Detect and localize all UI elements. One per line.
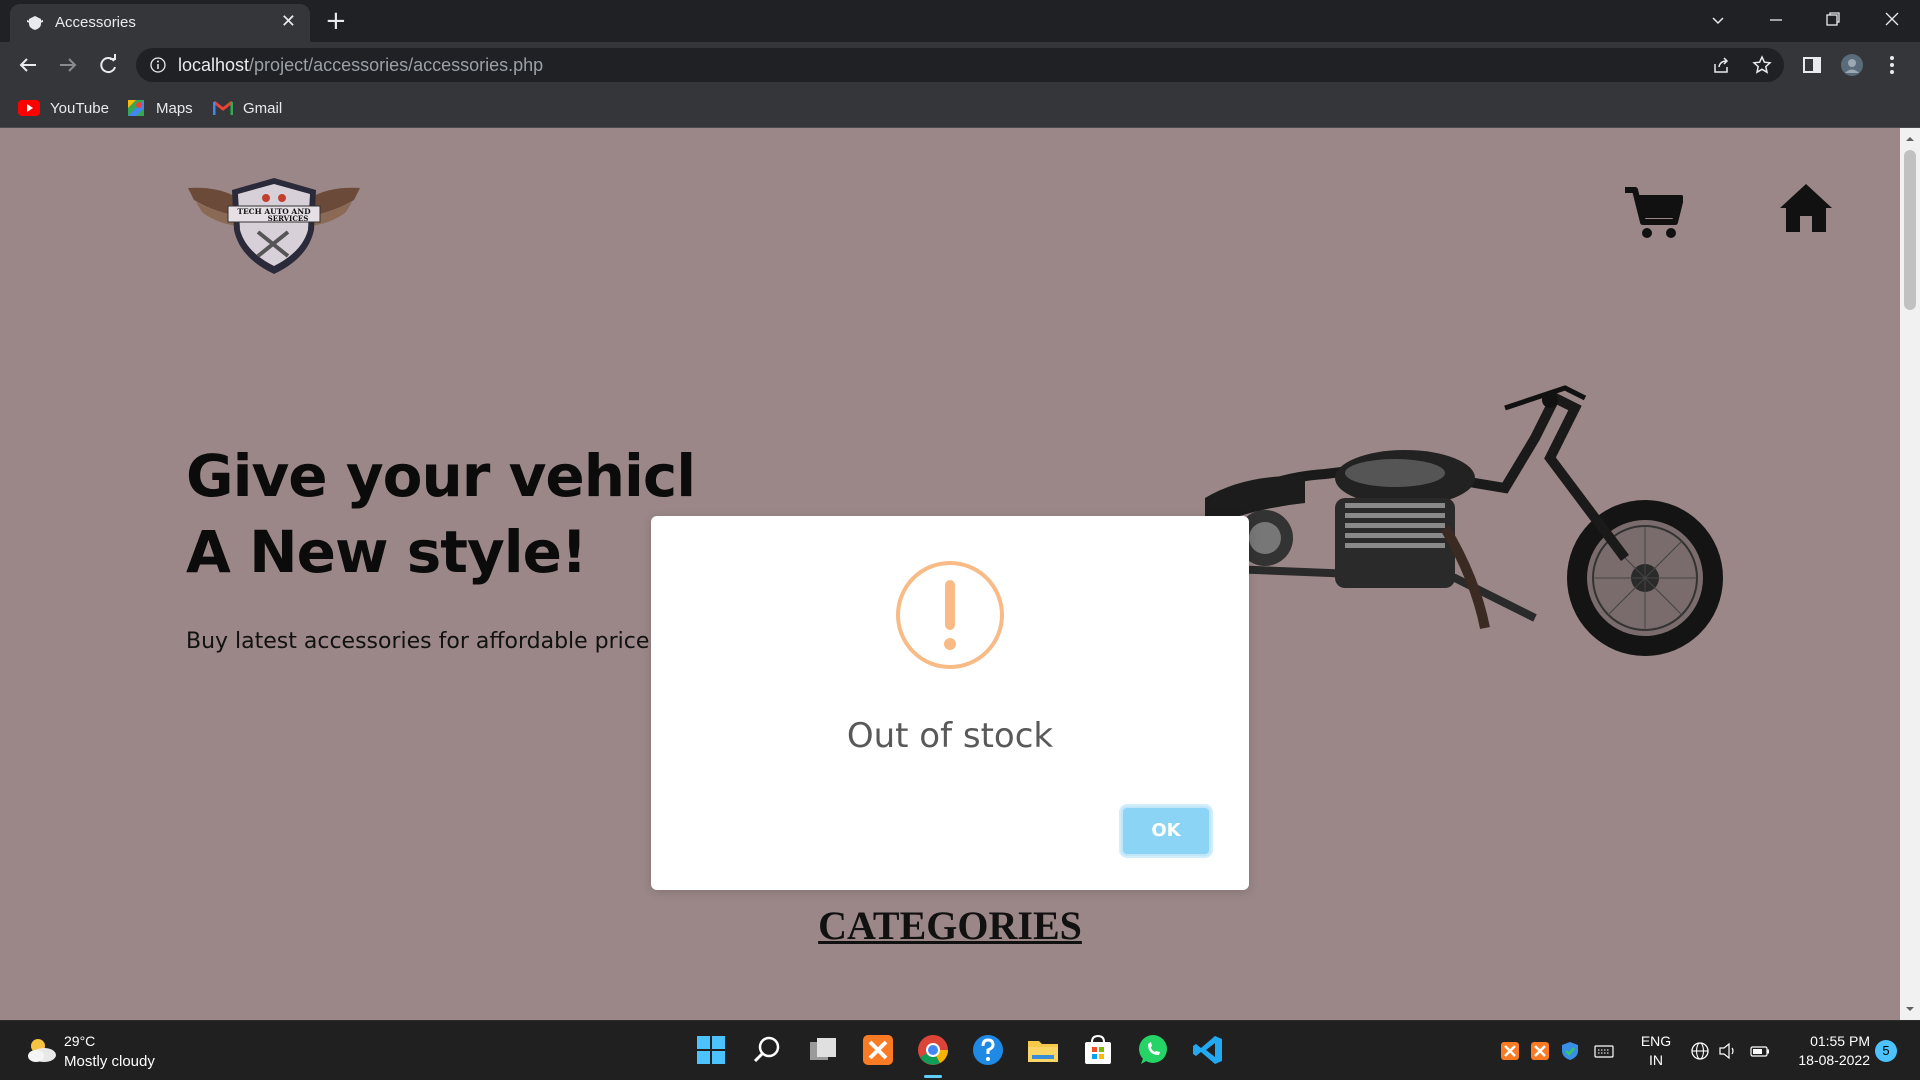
volume-icon[interactable] xyxy=(1718,1041,1738,1061)
clock[interactable]: 01:55 PM 18-08-2022 xyxy=(1780,1033,1870,1068)
windows-taskbar: 29°C Mostly cloudy ENG IN 01:55 PM 18-08… xyxy=(0,1020,1920,1080)
chrome-icon[interactable] xyxy=(916,1033,950,1067)
language-indicator[interactable]: ENG IN xyxy=(1636,1033,1676,1068)
whatsapp-icon[interactable] xyxy=(1136,1033,1170,1067)
bookmarks-bar: YouTube Maps Gmail xyxy=(0,88,1920,128)
tab-accessories[interactable]: Accessories ✕ xyxy=(10,4,310,42)
tab-close-icon[interactable]: ✕ xyxy=(281,13,296,31)
restore-icon[interactable] xyxy=(1825,11,1841,27)
site-favicon-icon xyxy=(27,16,43,30)
minimize-icon[interactable] xyxy=(1768,12,1784,28)
notification-count-badge[interactable]: 5 xyxy=(1875,1040,1897,1062)
weather-description[interactable]: Mostly cloudy xyxy=(64,1053,155,1070)
scroll-up-arrow-icon[interactable] xyxy=(1905,134,1915,144)
ok-button[interactable]: OK xyxy=(1121,806,1211,856)
region-code: IN xyxy=(1649,1052,1663,1068)
weather-temperature[interactable]: 29°C xyxy=(64,1033,95,1049)
network-globe-icon[interactable] xyxy=(1690,1041,1710,1061)
weather-cloud-icon[interactable] xyxy=(24,1035,58,1065)
warning-icon xyxy=(896,561,1004,669)
scroll-down-arrow-icon[interactable] xyxy=(1905,1004,1915,1014)
keyboard-icon[interactable] xyxy=(1594,1041,1614,1061)
clock-time: 01:55 PM xyxy=(1810,1033,1870,1049)
help-icon[interactable] xyxy=(971,1033,1005,1067)
out-of-stock-dialog: Out of stock OK xyxy=(651,516,1249,890)
back-arrow-icon[interactable] xyxy=(14,51,42,79)
maps-icon xyxy=(128,100,144,116)
task-view-icon[interactable] xyxy=(806,1033,840,1067)
forward-arrow-icon[interactable] xyxy=(54,51,82,79)
xampp-icon[interactable] xyxy=(861,1033,895,1067)
vscode-icon[interactable] xyxy=(1191,1033,1225,1067)
bookmark-youtube[interactable]: YouTube xyxy=(18,96,109,120)
xampp-tray-icon-2[interactable] xyxy=(1530,1041,1550,1061)
clock-date: 18-08-2022 xyxy=(1798,1052,1870,1068)
chrome-active-indicator xyxy=(924,1075,942,1078)
tab-search-chevron-icon[interactable] xyxy=(1710,12,1726,28)
close-window-icon[interactable] xyxy=(1884,11,1900,27)
new-tab-button[interactable]: + xyxy=(325,8,347,34)
bookmark-star-icon[interactable] xyxy=(1752,55,1772,75)
page-viewport: TECH AUTO AND SERVICES Give your vehicl … xyxy=(0,128,1900,1020)
security-shield-icon[interactable] xyxy=(1560,1041,1580,1061)
search-icon[interactable] xyxy=(750,1033,784,1067)
browser-toolbar: localhost/project/accessories/accessorie… xyxy=(0,42,1920,88)
bookmark-label: YouTube xyxy=(50,99,109,117)
battery-icon[interactable] xyxy=(1750,1041,1770,1061)
bookmark-label: Maps xyxy=(156,99,193,117)
profile-avatar[interactable] xyxy=(1840,53,1864,77)
side-panel-icon[interactable] xyxy=(1800,53,1824,77)
address-bar[interactable]: localhost/project/accessories/accessorie… xyxy=(136,48,1784,82)
share-icon[interactable] xyxy=(1711,55,1731,75)
dialog-title: Out of stock xyxy=(846,716,1054,756)
file-explorer-icon[interactable] xyxy=(1026,1033,1060,1067)
microsoft-store-icon[interactable] xyxy=(1081,1033,1115,1067)
menu-dots-icon[interactable] xyxy=(1880,53,1904,77)
bookmark-gmail[interactable]: Gmail xyxy=(213,96,282,120)
tab-strip: Accessories ✕ + xyxy=(0,0,1920,42)
scrollbar-thumb[interactable] xyxy=(1904,150,1916,310)
bookmark-maps[interactable]: Maps xyxy=(126,96,193,120)
page-scrollbar[interactable] xyxy=(1900,128,1920,1020)
reload-icon[interactable] xyxy=(94,51,122,79)
site-info-icon[interactable] xyxy=(150,57,166,73)
gmail-icon xyxy=(213,100,233,115)
tab-title: Accessories xyxy=(55,14,136,31)
windows-start-icon[interactable] xyxy=(694,1033,728,1067)
url-text[interactable]: localhost/project/accessories/accessorie… xyxy=(178,55,543,76)
xampp-tray-icon[interactable] xyxy=(1500,1041,1520,1061)
language-code: ENG xyxy=(1640,1033,1672,1049)
bookmark-label: Gmail xyxy=(243,99,283,117)
youtube-icon xyxy=(18,100,40,116)
